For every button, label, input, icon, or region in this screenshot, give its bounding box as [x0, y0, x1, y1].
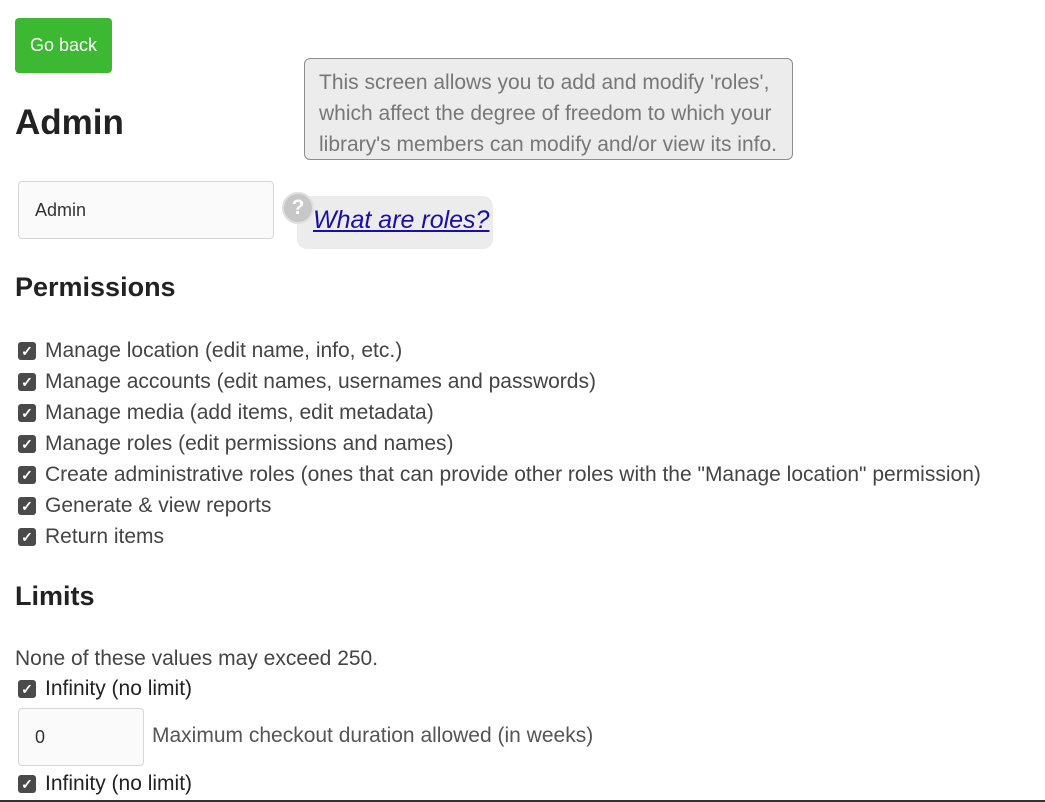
permission-manage-location: ✓ Manage location (edit name, info, etc.…	[18, 335, 981, 366]
permission-label: Manage location (edit name, info, etc.)	[45, 338, 403, 362]
limits-note: None of these values may exceed 250.	[15, 647, 379, 670]
permission-manage-media: ✓ Manage media (add items, edit metadata…	[18, 397, 981, 428]
page-title: Admin	[15, 103, 124, 142]
permission-label: Create administrative roles (ones that c…	[45, 462, 981, 486]
infinity-label: Infinity (no limit)	[45, 772, 193, 795]
checkbox-infinity[interactable]: ✓	[18, 680, 36, 698]
permission-manage-accounts: ✓ Manage accounts (edit names, usernames…	[18, 366, 981, 397]
permissions-heading: Permissions	[15, 272, 176, 302]
limits-heading: Limits	[15, 581, 95, 611]
checkout-duration-input[interactable]	[18, 708, 144, 766]
permission-return-items: ✓ Return items	[18, 521, 981, 552]
infinity-option: ✓ Infinity (no limit)	[18, 677, 192, 701]
checkbox-create-admin-roles[interactable]: ✓	[18, 465, 36, 484]
permission-create-admin-roles: ✓ Create administrative roles (ones that…	[18, 459, 981, 490]
question-mark-icon[interactable]: ?	[282, 192, 314, 224]
checkout-duration-label: Maximum checkout duration allowed (in we…	[152, 724, 594, 747]
permission-label: Return items	[45, 524, 165, 548]
checkbox-manage-accounts[interactable]: ✓	[18, 372, 36, 391]
checkbox-manage-media[interactable]: ✓	[18, 403, 36, 422]
role-name-input[interactable]	[18, 181, 274, 239]
checkbox-reports[interactable]: ✓	[18, 496, 36, 515]
permission-label: Manage media (add items, edit metadata)	[45, 400, 434, 424]
permissions-list: ✓ Manage location (edit name, info, etc.…	[18, 335, 981, 552]
roles-tooltip: This screen allows you to add and modify…	[304, 58, 793, 160]
infinity-label: Infinity (no limit)	[45, 677, 193, 700]
checkbox-second-infinity[interactable]: ✓	[18, 775, 36, 793]
permission-label: Generate & view reports	[45, 493, 272, 517]
permission-manage-roles: ✓ Manage roles (edit permissions and nam…	[18, 428, 981, 459]
what-are-roles-link[interactable]: What are roles?	[313, 206, 489, 235]
permission-label: Manage accounts (edit names, usernames a…	[45, 369, 596, 393]
checkbox-manage-roles[interactable]: ✓	[18, 434, 36, 453]
permission-label: Manage roles (edit permissions and names…	[45, 431, 454, 455]
permission-reports: ✓ Generate & view reports	[18, 490, 981, 521]
go-back-button[interactable]: Go back	[15, 18, 112, 73]
checkbox-return-items[interactable]: ✓	[18, 527, 36, 546]
second-infinity-option: ✓ Infinity (no limit)	[18, 772, 192, 796]
checkbox-manage-location[interactable]: ✓	[18, 341, 36, 360]
